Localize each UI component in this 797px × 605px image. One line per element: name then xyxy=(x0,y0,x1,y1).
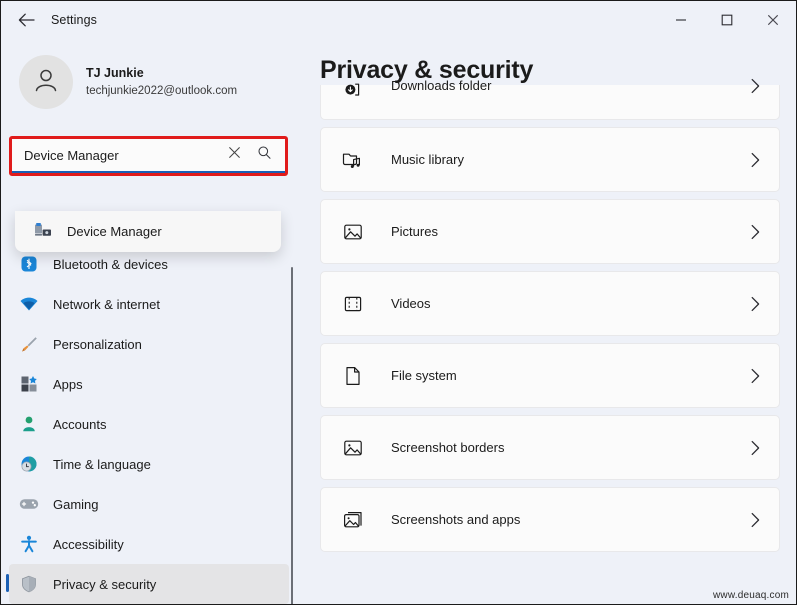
device-manager-icon xyxy=(33,221,53,241)
user-profile[interactable]: TJ Junkie techjunkie2022@outlook.com xyxy=(19,55,237,109)
settings-card-label: Downloads folder xyxy=(391,78,492,93)
minimize-icon xyxy=(675,14,687,26)
settings-card-file-system[interactable]: File system xyxy=(320,343,780,408)
gamepad-icon xyxy=(19,494,39,514)
bluetooth-icon xyxy=(19,254,39,274)
pictures-stack-icon xyxy=(341,508,365,532)
clear-search-button[interactable] xyxy=(219,139,249,171)
app-title: Settings xyxy=(51,13,97,27)
settings-card-label: Music library xyxy=(391,152,464,167)
sidebar-item-personalization[interactable]: Personalization xyxy=(9,324,289,364)
settings-card-downloads-folder[interactable]: Downloads folder xyxy=(320,78,780,120)
music-folder-icon xyxy=(341,148,365,172)
settings-card-screenshots-and-apps[interactable]: Screenshots and apps xyxy=(320,487,780,552)
video-film-icon xyxy=(341,292,365,316)
settings-card-label: Videos xyxy=(391,296,431,311)
close-x-icon xyxy=(228,146,241,164)
settings-card-label: File system xyxy=(391,368,457,383)
profile-name: TJ Junkie xyxy=(86,66,144,80)
sidebar-item-label: Personalization xyxy=(53,336,142,352)
watermark: www.deuaq.com xyxy=(713,590,789,601)
accessibility-person-icon xyxy=(19,534,39,554)
magnifier-icon xyxy=(257,145,272,165)
picture-icon xyxy=(341,436,365,460)
chevron-right-icon xyxy=(750,296,761,312)
chevron-right-icon xyxy=(750,78,761,94)
settings-card-label: Screenshot borders xyxy=(391,440,505,455)
paintbrush-icon xyxy=(19,334,39,354)
settings-card-pictures[interactable]: Pictures xyxy=(320,199,780,264)
sidebar-item-network-internet[interactable]: Network & internet xyxy=(9,284,289,324)
search-submit-button[interactable] xyxy=(249,139,279,171)
clock-globe-icon xyxy=(19,454,39,474)
settings-card-videos[interactable]: Videos xyxy=(320,271,780,336)
suggestion-label: Device Manager xyxy=(67,223,162,239)
sidebar-item-label: Gaming xyxy=(53,496,99,512)
apps-grid-icon xyxy=(19,374,39,394)
sidebar-scrollbar[interactable] xyxy=(291,267,293,604)
settings-card-label: Pictures xyxy=(391,224,438,239)
sidebar-item-privacy-security[interactable]: Privacy & security xyxy=(6,564,289,604)
chevron-right-icon xyxy=(750,368,761,384)
search-input[interactable] xyxy=(12,147,219,163)
settings-card-music-library[interactable]: Music library xyxy=(320,127,780,192)
settings-card-screenshot-borders[interactable]: Screenshot borders xyxy=(320,415,780,480)
maximize-icon xyxy=(721,14,733,26)
sidebar-nav-list: Bluetooth & devices Network & internet P… xyxy=(6,244,289,604)
chevron-right-icon xyxy=(750,152,761,168)
sidebar-item-label: Time & language xyxy=(53,456,151,472)
profile-email: techjunkie2022@outlook.com xyxy=(86,84,238,97)
chevron-right-icon xyxy=(750,512,761,528)
chevron-right-icon xyxy=(750,224,761,240)
sidebar-item-label: Accessibility xyxy=(53,536,124,552)
close-button[interactable] xyxy=(750,1,796,39)
sidebar: TJ Junkie techjunkie2022@outlook.com Dev… xyxy=(1,39,301,604)
main-content: Privacy & security Downloads folder Musi… xyxy=(301,39,796,604)
title-bar: Settings xyxy=(1,1,796,39)
close-icon xyxy=(767,14,779,26)
sidebar-item-apps[interactable]: Apps xyxy=(9,364,289,404)
sidebar-item-accounts[interactable]: Accounts xyxy=(9,404,289,444)
back-button[interactable] xyxy=(9,5,43,35)
wifi-icon xyxy=(19,294,39,314)
person-avatar-icon xyxy=(31,65,61,100)
sidebar-item-label: Network & internet xyxy=(53,296,160,312)
download-folder-icon xyxy=(341,78,365,102)
person-icon xyxy=(19,414,39,434)
sidebar-item-gaming[interactable]: Gaming xyxy=(9,484,289,524)
arrow-left-icon xyxy=(18,13,35,27)
shield-icon xyxy=(19,574,39,594)
sidebar-item-label: Bluetooth & devices xyxy=(53,256,168,272)
minimize-button[interactable] xyxy=(658,1,704,39)
search-suggestions-dropdown: Device Manager xyxy=(15,211,281,252)
avatar xyxy=(19,55,73,109)
chevron-right-icon xyxy=(750,440,761,456)
sidebar-item-label: Apps xyxy=(53,376,83,392)
settings-window: Settings TJ Junkie techjunkie2022@outloo… xyxy=(0,0,797,605)
sidebar-item-label: Privacy & security xyxy=(53,576,157,592)
settings-card-label: Screenshots and apps xyxy=(391,512,521,527)
window-controls xyxy=(658,1,796,39)
settings-card-list: Downloads folder Music library Pictures … xyxy=(320,78,780,559)
picture-icon xyxy=(341,220,365,244)
suggestion-item-device-manager[interactable]: Device Manager xyxy=(15,215,281,247)
sidebar-item-label: Accounts xyxy=(53,416,107,432)
sidebar-item-accessibility[interactable]: Accessibility xyxy=(9,524,289,564)
search-highlight-box xyxy=(9,136,288,176)
sidebar-item-time-language[interactable]: Time & language xyxy=(9,444,289,484)
maximize-button[interactable] xyxy=(704,1,750,39)
document-icon xyxy=(341,364,365,388)
